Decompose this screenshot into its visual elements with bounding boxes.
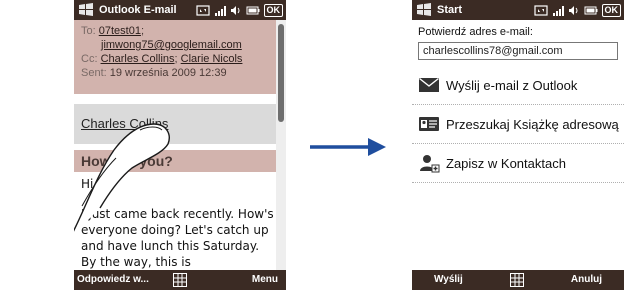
transition-arrow-icon bbox=[310, 138, 386, 156]
email-screen: Outlook E-mail OK To: 07test01; jimwong7… bbox=[74, 0, 286, 290]
confirm-email-label: Potwierdź adres e-mail: bbox=[418, 26, 533, 38]
reply-softkey[interactable]: Odpowiedz w... bbox=[77, 274, 149, 285]
softkey-bar: Wyślij Anuluj bbox=[412, 270, 624, 290]
email-address-field[interactable] bbox=[418, 42, 618, 60]
search-address-book-label: Przeszukaj Książkę adresową bbox=[446, 116, 619, 132]
data-connection-icon bbox=[533, 4, 548, 16]
softkey-bar: Odpowiedz w... Menu bbox=[74, 270, 286, 290]
add-contact-icon bbox=[420, 155, 440, 173]
windows-flag-icon[interactable] bbox=[416, 3, 432, 17]
ok-button[interactable]: OK bbox=[601, 3, 621, 17]
volume-icon[interactable] bbox=[568, 4, 580, 17]
cancel-softkey[interactable]: Anuluj bbox=[571, 274, 602, 285]
address-book-icon bbox=[419, 117, 439, 131]
status-icons: OK bbox=[533, 3, 621, 17]
save-to-contacts-label: Zapisz w Kontaktach bbox=[446, 155, 566, 171]
battery-icon bbox=[584, 6, 597, 14]
envelope-icon bbox=[419, 77, 439, 92]
finger-tap-icon bbox=[74, 123, 170, 234]
send-softkey[interactable]: Wyślij bbox=[434, 274, 463, 285]
keyboard-icon[interactable] bbox=[173, 273, 187, 287]
keyboard-icon[interactable] bbox=[510, 273, 524, 287]
save-to-contacts-action[interactable]: Zapisz w Kontaktach bbox=[412, 144, 624, 183]
send-email-outlook-action[interactable]: Wyślij e-mail z Outlook bbox=[412, 66, 624, 105]
signal-strength-icon bbox=[552, 5, 564, 16]
send-email-label: Wyślij e-mail z Outlook bbox=[446, 77, 578, 93]
start-screen: Start OK Potwierdź adres e-mail: charles… bbox=[412, 0, 624, 290]
search-address-book-action[interactable]: Przeszukaj Książkę adresową bbox=[412, 105, 624, 144]
app-title: Start bbox=[437, 4, 463, 16]
menu-softkey[interactable]: Menu bbox=[252, 274, 278, 285]
title-bar: Start OK bbox=[412, 0, 624, 20]
